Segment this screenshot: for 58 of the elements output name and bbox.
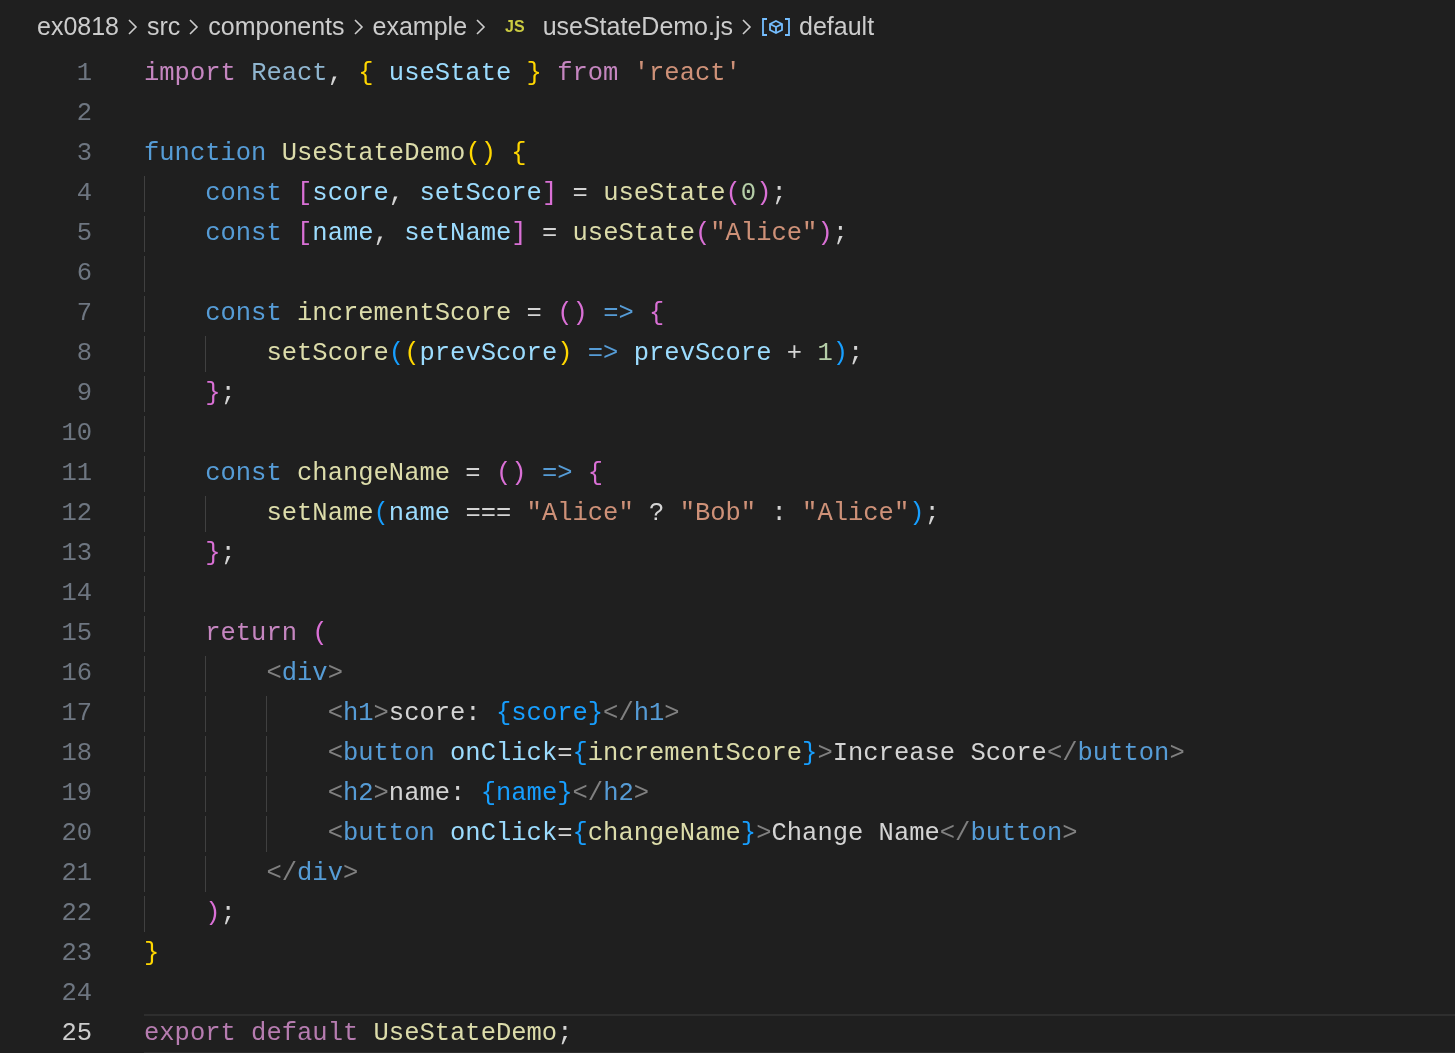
code-line: };: [204, 537, 236, 570]
code-line: return (: [204, 617, 328, 650]
line-number: 9: [75, 377, 92, 410]
code-line: </div>: [265, 857, 359, 890]
code-line: <button onClick={incrementScore}>Increase Score</button>: [326, 737, 1185, 770]
code-line: }: [144, 937, 160, 970]
line-number: 5: [75, 217, 92, 250]
line-number: 15: [60, 617, 92, 650]
breadcrumb-item[interactable]: useStateDemo.js: [542, 8, 733, 46]
code-line: <button onClick={changeName}>Change Name</button>: [326, 817, 1078, 850]
code-line: setName(name === "Alice" ? "Bob" : "Alice");: [265, 497, 940, 530]
code-line: <div>: [265, 657, 343, 690]
breadcrumb-item[interactable]: src: [147, 8, 181, 46]
code-line: );: [204, 897, 236, 930]
line-number: 2: [75, 97, 92, 130]
line-number: 10: [60, 417, 92, 450]
chevron-icon: [127, 17, 140, 37]
code-line: import React, { useState } from 'react': [144, 57, 741, 90]
code-line: const [score, setScore] = useState(0);: [204, 177, 787, 210]
code-line: };: [204, 377, 236, 410]
line-number: 24: [60, 977, 92, 1010]
code-line: const changeName = () => {: [204, 457, 604, 490]
line-number: 21: [60, 857, 92, 890]
breadcrumb-item[interactable]: ex0818: [37, 8, 120, 46]
breadcrumb-item[interactable]: components: [208, 8, 345, 46]
line-number: 13: [60, 537, 92, 570]
line-number: 20: [60, 817, 92, 850]
line-number: 3: [75, 137, 92, 170]
breadcrumb-item[interactable]: default: [799, 8, 875, 46]
code-line: const incrementScore = () => {: [204, 297, 665, 330]
code-line: export default UseStateDemo;: [144, 1017, 573, 1050]
line-number: 23: [60, 937, 92, 970]
code-line: function UseStateDemo() {: [144, 137, 527, 170]
line-number: 4: [75, 177, 92, 210]
line-number: 11: [60, 457, 92, 490]
line-number: 7: [75, 297, 92, 330]
breadcrumb-item[interactable]: example: [372, 8, 468, 46]
file-type-icon: JS: [505, 15, 525, 39]
line-number: 14: [60, 577, 92, 610]
code-line: const [name, setName] = useState("Alice");: [204, 217, 848, 250]
line-number: 1: [75, 57, 92, 90]
code-line: setScore((prevScore) => prevScore + 1);: [265, 337, 864, 370]
chevron-icon: [188, 17, 201, 37]
line-number: 16: [60, 657, 92, 690]
line-number: 12: [60, 497, 92, 530]
line-number: 25: [60, 1017, 92, 1050]
symbol-icon: [761, 16, 791, 38]
line-number: 18: [60, 737, 92, 770]
line-number: 19: [60, 777, 92, 810]
code-line: <h2>name: {name}</h2>: [326, 777, 650, 810]
chevron-icon: [352, 17, 365, 37]
chevron-icon: [475, 17, 488, 37]
line-number: 17: [60, 697, 92, 730]
line-number: 6: [75, 257, 92, 290]
chevron-icon: [741, 17, 753, 37]
code-line: <h1>score: {score}</h1>: [326, 697, 680, 730]
line-number: 22: [60, 897, 92, 930]
line-number: 8: [75, 337, 92, 370]
